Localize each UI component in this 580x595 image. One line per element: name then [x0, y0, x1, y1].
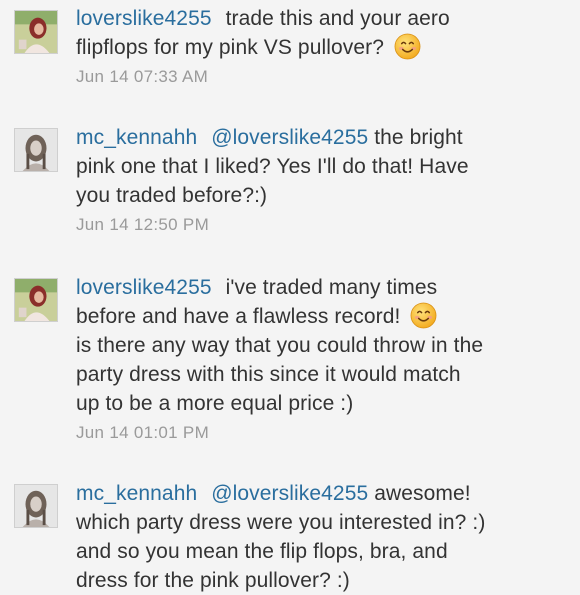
comment-username[interactable]: mc_kennahh — [76, 126, 197, 149]
comment-thread: loverslike4255 trade this and your aero … — [0, 0, 580, 592]
comment-text-line: pink one that I liked? Yes I'll do that!… — [76, 155, 469, 178]
comment-mention-link[interactable]: @loverslike4255 — [211, 482, 368, 505]
avatar[interactable] — [14, 128, 58, 172]
comment-text-line: and so you mean the flip flops, bra, and — [76, 540, 448, 563]
comment-text-line: flipflops for my pink VS pullover? — [76, 36, 385, 59]
comment-username[interactable]: mc_kennahh — [76, 482, 197, 505]
comment-timestamp: Jun 14 07:33 AM — [76, 67, 209, 86]
comment-timestamp: Jun 14 01:01 PM — [76, 423, 210, 442]
comment-timestamp: Jun 14 12:50 PM — [76, 215, 210, 234]
comment-text-line: party dress with this since it would mat… — [76, 363, 461, 386]
comment-text-line: which party dress were you interested in… — [76, 511, 486, 534]
comment-text-line: i've traded many times — [225, 276, 438, 299]
comment-username[interactable]: loverslike4255 — [76, 276, 212, 299]
comment-text-line: the bright — [374, 126, 463, 149]
comment-text-line: is there any way that you could throw in… — [76, 334, 484, 357]
comment-text-line: you traded before?:) — [76, 184, 268, 207]
comment-username[interactable]: loverslike4255 — [76, 7, 212, 30]
comment-text-line: before and have a flawless record! — [76, 305, 401, 328]
avatar[interactable] — [14, 10, 58, 54]
avatar[interactable] — [14, 484, 58, 528]
comment-text-line: up to be a more equal price :) — [76, 392, 354, 415]
comment-mention-link[interactable]: @loverslike4255 — [211, 126, 368, 149]
comment-text-line: dress for the pink pullover? :) — [76, 569, 350, 592]
smiling-face-icon — [410, 302, 437, 329]
comment-text-line: awesome! — [374, 482, 471, 505]
comment-text-line: trade this and your aero — [225, 7, 450, 30]
smiling-face-icon — [394, 33, 421, 60]
avatar[interactable] — [14, 278, 58, 322]
